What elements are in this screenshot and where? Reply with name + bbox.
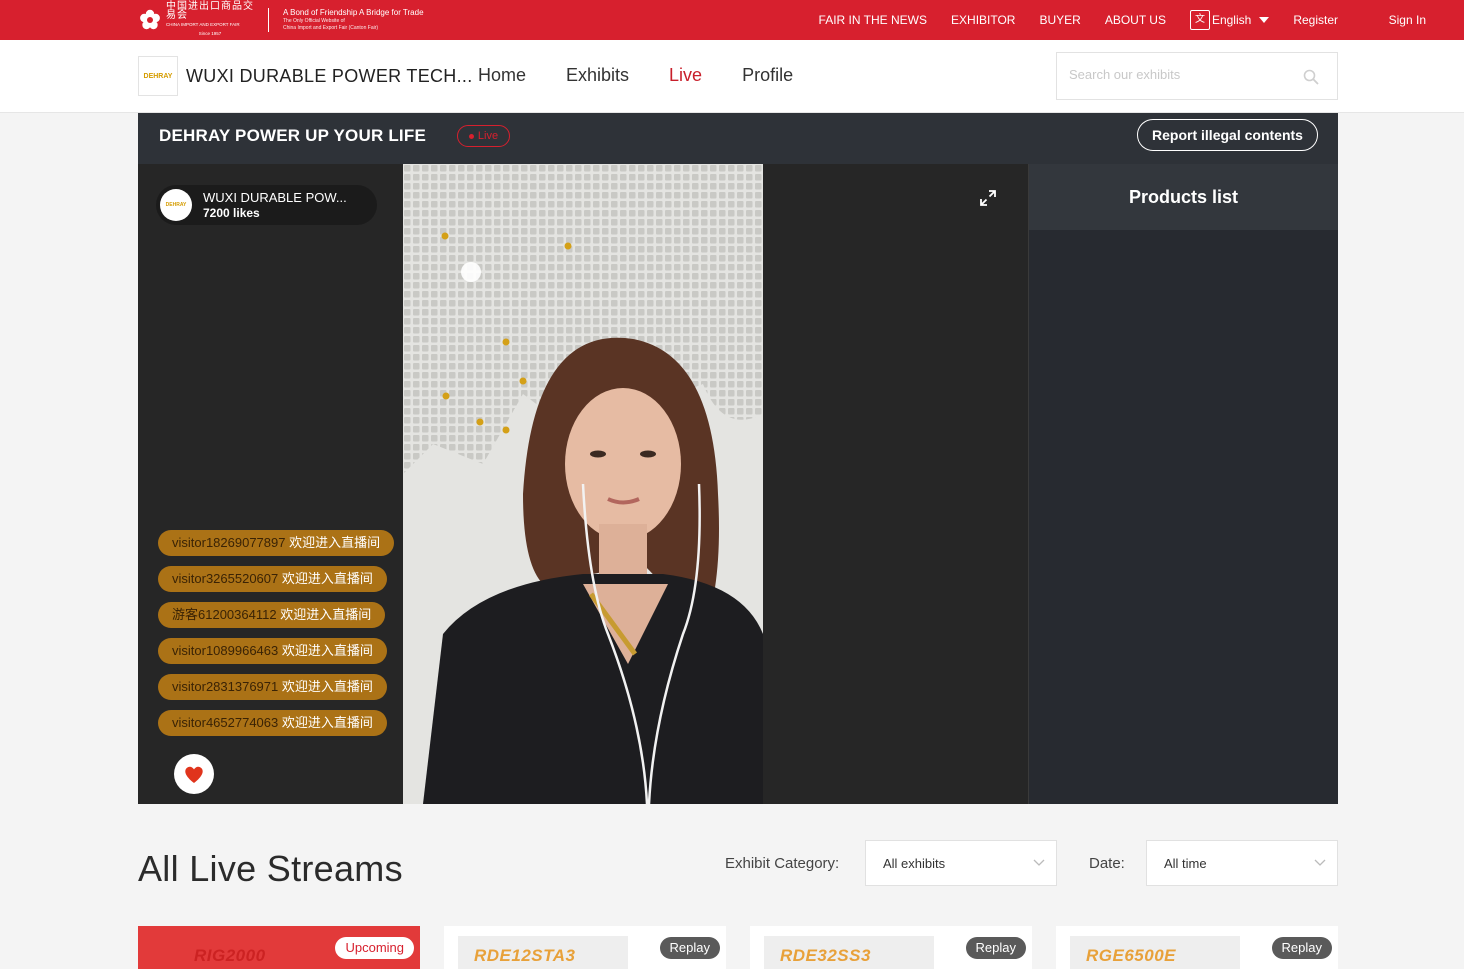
translate-icon: 文 (1189, 10, 1210, 30)
stream-card-model: RDE12STA3 (474, 946, 576, 965)
live-badge-label: Live (477, 130, 499, 142)
video-stage: DEHRAY WUXI DURABLE POW... 7200 likes vi… (138, 164, 1028, 804)
flower-logo-icon (140, 9, 160, 30)
chat-text: 欢迎进入直播间 (281, 571, 373, 586)
language-label: English (1211, 13, 1252, 27)
stream-card[interactable]: RGE6500E Replay (1056, 926, 1338, 969)
chat-user: visitor4652774063 (172, 715, 279, 730)
nav-exhibitor[interactable]: EXHIBITOR (951, 13, 1015, 27)
chat-user: visitor3265520607 (172, 571, 279, 586)
replay-badge: Replay (659, 937, 720, 959)
slogan-sub-2: China Import and Export Fair (Canton Fai… (283, 25, 379, 31)
fullscreen-expand-icon[interactable] (980, 190, 996, 206)
host-card[interactable]: DEHRAY WUXI DURABLE POW... 7200 likes (156, 185, 377, 225)
stream-card-model: RIG2000 (194, 946, 266, 965)
host-likes: 7200 likes (203, 206, 260, 220)
exhibitor-header: DEHRAY WUXI DURABLE POWER TECH... Home E… (0, 40, 1464, 113)
live-dot-icon (468, 133, 474, 139)
brand-cn-name: 中国进出口商品交易会 (166, 1, 254, 21)
chat-message: visitor18269077897 欢迎进入直播间 (158, 530, 395, 556)
chat-text: 欢迎进入直播间 (289, 535, 381, 550)
chat-user: visitor2831376971 (172, 679, 279, 694)
chat-text: 欢迎进入直播间 (281, 643, 373, 658)
nav-fair-in-the-news[interactable]: FAIR IN THE NEWS (819, 13, 927, 27)
chat-message: visitor4652774063 欢迎进入直播间 (158, 710, 387, 736)
chevron-down-icon (1033, 859, 1045, 866)
sign-in-link[interactable]: Sign In (1389, 13, 1426, 27)
nav-buyer[interactable]: BUYER (1039, 13, 1080, 27)
date-filter-label: Date: (1089, 855, 1125, 872)
category-select-value: All exhibits (883, 856, 946, 871)
language-selector[interactable]: 文 English (1189, 10, 1270, 30)
slogan-sub-1: The Only Official Website of (283, 18, 345, 24)
like-button[interactable] (174, 754, 214, 794)
live-badge: Live (457, 125, 510, 147)
host-name: WUXI DURABLE POW... (203, 190, 347, 205)
caret-down-icon (1259, 17, 1270, 23)
brand-text: 中国进出口商品交易会 CHINA IMPORT AND EXPORT FAIR … (166, 2, 254, 38)
brand-en-name: CHINA IMPORT AND EXPORT FAIR (166, 22, 240, 27)
exhibitor-nav: Home Exhibits Live Profile (478, 65, 833, 86)
chat-message: visitor3265520607 欢迎进入直播间 (158, 566, 387, 592)
stream-card[interactable]: RDE32SS3 Replay (750, 926, 1032, 969)
nav-about-us[interactable]: ABOUT US (1105, 13, 1166, 27)
heart-icon (185, 766, 203, 783)
replay-badge: Replay (965, 937, 1026, 959)
chat-user: visitor18269077897 (172, 535, 286, 550)
exhibit-search (1056, 52, 1338, 100)
report-illegal-contents-button[interactable]: Report illegal contents (1137, 119, 1318, 151)
chat-text: 欢迎进入直播间 (280, 607, 372, 622)
site-topbar: 中国进出口商品交易会 CHINA IMPORT AND EXPORT FAIR … (0, 0, 1464, 40)
products-list-title: Products list (1029, 164, 1338, 230)
live-player: DEHRAY POWER UP YOUR LIFE Live Report il… (138, 113, 1338, 804)
date-select-value: All time (1164, 856, 1207, 871)
chat-message: visitor2831376971 欢迎进入直播间 (158, 674, 387, 700)
canton-fair-logo[interactable]: 中国进出口商品交易会 CHINA IMPORT AND EXPORT FAIR … (138, 2, 424, 36)
brand-since: Since 1957 (198, 31, 222, 36)
slogan-main: A Bond of Friendship A Bridge for Trade (283, 8, 424, 17)
chat-text: 欢迎进入直播间 (281, 715, 373, 730)
live-header: DEHRAY POWER UP YOUR LIFE Live Report il… (138, 113, 1338, 164)
brand-slogan: A Bond of Friendship A Bridge for Trade … (283, 8, 424, 32)
tab-profile[interactable]: Profile (742, 65, 793, 86)
products-panel: Products list (1028, 164, 1338, 804)
tab-live[interactable]: Live (669, 65, 702, 86)
chat-text: 欢迎进入直播间 (281, 679, 373, 694)
presenter-video-frame (403, 164, 763, 804)
stream-card[interactable]: RDE12STA3 Replay (444, 926, 726, 969)
chat-user: visitor1089966463 (172, 643, 279, 658)
stream-card-model: RGE6500E (1086, 946, 1176, 965)
live-title: DEHRAY POWER UP YOUR LIFE (159, 126, 426, 145)
stream-card-model: RDE32SS3 (780, 946, 871, 965)
company-name[interactable]: WUXI DURABLE POWER TECH... (186, 66, 473, 87)
search-icon[interactable] (1303, 69, 1319, 85)
streams-heading: All Live Streams (138, 848, 403, 889)
chat-message: 游客61200364112 欢迎进入直播间 (158, 602, 386, 628)
chat-messages: visitor18269077897 欢迎进入直播间 visitor326552… (158, 530, 395, 746)
category-select[interactable]: All exhibits (865, 840, 1057, 886)
tab-exhibits[interactable]: Exhibits (566, 65, 629, 86)
chat-user: 游客61200364112 (172, 607, 277, 622)
search-input[interactable] (1069, 67, 1289, 82)
register-link[interactable]: Register (1293, 13, 1338, 27)
category-filter-label: Exhibit Category: (725, 855, 840, 872)
top-nav: FAIR IN THE NEWS EXHIBITOR BUYER ABOUT U… (795, 0, 1426, 40)
chat-message: visitor1089966463 欢迎进入直播间 (158, 638, 387, 664)
stream-card[interactable]: RIG2000 Upcoming (138, 926, 420, 969)
replay-badge: Replay (1271, 937, 1332, 959)
tab-home[interactable]: Home (478, 65, 526, 86)
date-select[interactable]: All time (1146, 840, 1338, 886)
live-video[interactable] (403, 164, 763, 804)
company-logo[interactable]: DEHRAY (138, 56, 178, 96)
brand-divider (268, 8, 269, 32)
upcoming-badge: Upcoming (335, 937, 414, 959)
chevron-down-icon (1314, 859, 1326, 866)
host-avatar: DEHRAY (160, 189, 192, 221)
